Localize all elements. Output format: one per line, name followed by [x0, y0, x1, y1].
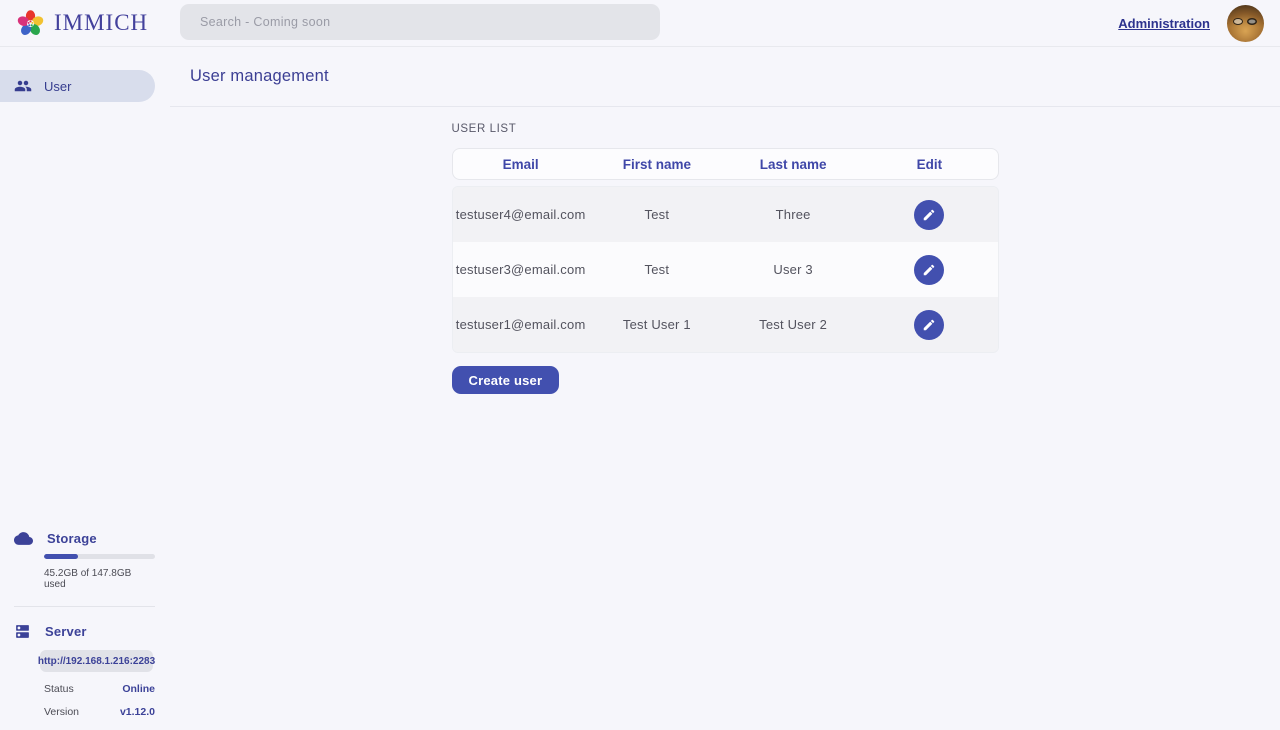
- pencil-icon: [922, 208, 936, 222]
- edit-user-button[interactable]: [914, 255, 944, 285]
- user-email-cell: testuser1@email.com: [453, 317, 589, 332]
- status-label: Status: [44, 683, 74, 695]
- page-title-band: User management: [170, 47, 1280, 107]
- sidebar-item-users[interactable]: User: [0, 70, 155, 102]
- administration-link[interactable]: Administration: [1118, 16, 1210, 31]
- version-value: v1.12.0: [120, 706, 155, 718]
- status-value: Online: [122, 683, 155, 695]
- users-group-icon: [14, 77, 32, 95]
- server-title: Server: [45, 624, 87, 639]
- pencil-icon: [922, 263, 936, 277]
- column-header-last-name: Last name: [725, 157, 861, 172]
- table-body: testuser4@email.com Test Three te: [452, 186, 999, 353]
- server-url-badge: http://192.168.1.216:2283: [40, 650, 153, 672]
- table-row: testuser4@email.com Test Three: [453, 187, 998, 242]
- section-title: USER LIST: [452, 123, 999, 135]
- server-header: Server: [14, 623, 155, 640]
- top-bar-right: Administration: [1118, 0, 1264, 47]
- user-first-name-cell: Test: [589, 207, 725, 222]
- server-version-row: Version v1.12.0: [44, 706, 155, 718]
- user-last-name-cell: User 3: [725, 262, 861, 277]
- immich-flower-icon: [15, 8, 46, 39]
- user-first-name-cell: Test User 1: [589, 317, 725, 332]
- storage-title: Storage: [47, 531, 97, 546]
- column-header-edit: Edit: [861, 157, 997, 172]
- admin-sidebar: User Storage 45.2GB of 147.8GB used Serv…: [0, 47, 170, 730]
- app-body: User Storage 45.2GB of 147.8GB used Serv…: [0, 47, 1280, 730]
- user-email-cell: testuser3@email.com: [453, 262, 589, 277]
- sidebar-item-label: User: [44, 79, 71, 94]
- storage-progress-bar: [44, 554, 155, 559]
- user-last-name-cell: Three: [725, 207, 861, 222]
- search-input[interactable]: [180, 4, 660, 40]
- avatar-glasses-detail: [1233, 18, 1243, 25]
- page-title: User management: [190, 67, 329, 86]
- main-content: User management USER LIST Email First na…: [170, 47, 1280, 730]
- user-table-container: USER LIST Email First name Last name Edi…: [452, 123, 999, 394]
- immich-logo[interactable]: IMMICH: [0, 8, 165, 39]
- server-icon: [14, 623, 31, 640]
- edit-user-button[interactable]: [914, 310, 944, 340]
- logo-wordmark: IMMICH: [54, 10, 148, 36]
- cloud-icon: [14, 531, 33, 546]
- user-avatar[interactable]: [1227, 5, 1264, 42]
- create-user-button[interactable]: Create user: [452, 366, 560, 394]
- sidebar-status-panel: Storage 45.2GB of 147.8GB used Server ht…: [0, 531, 170, 730]
- edit-user-button[interactable]: [914, 200, 944, 230]
- server-status-row: Status Online: [44, 683, 155, 695]
- user-first-name-cell: Test: [589, 262, 725, 277]
- storage-usage-text: 45.2GB of 147.8GB used: [44, 568, 155, 590]
- storage-progress-fill: [44, 554, 78, 559]
- column-header-first-name: First name: [589, 157, 725, 172]
- table-header-row: Email First name Last name Edit: [452, 148, 999, 180]
- user-email-cell: testuser4@email.com: [453, 207, 589, 222]
- user-list-area: USER LIST Email First name Last name Edi…: [170, 107, 1280, 730]
- server-url-text: http://192.168.1.216:2283: [38, 656, 155, 667]
- storage-header: Storage: [14, 531, 155, 546]
- top-bar: IMMICH Administration: [0, 0, 1280, 47]
- pencil-icon: [922, 318, 936, 332]
- column-header-email: Email: [453, 157, 589, 172]
- table-row: testuser3@email.com Test User 3: [453, 242, 998, 297]
- version-label: Version: [44, 706, 79, 718]
- sidebar-divider: [14, 606, 155, 607]
- table-row: testuser1@email.com Test User 1 Test Use…: [453, 297, 998, 352]
- user-last-name-cell: Test User 2: [725, 317, 861, 332]
